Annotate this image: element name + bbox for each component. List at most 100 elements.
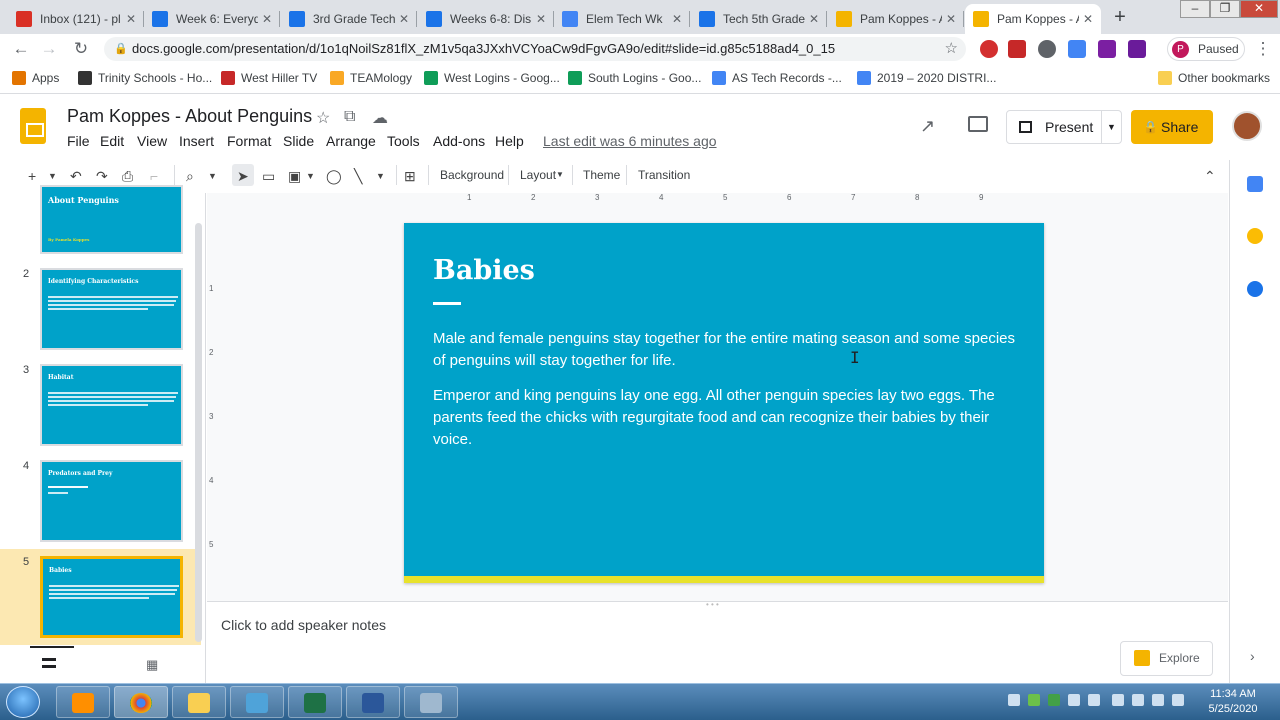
move-folder-icon[interactable]: ⧉ [344, 108, 355, 126]
text-box-icon[interactable]: ▭ [262, 166, 275, 186]
profile-button[interactable]: P Paused [1167, 37, 1245, 61]
bookmark-item[interactable]: 2019 – 2020 DISTRI... [857, 71, 996, 85]
slide-thumbnail[interactable]: About Penguins By Pamela Koppes [40, 185, 183, 254]
other-bookmarks[interactable]: Other bookmarks [1158, 71, 1270, 85]
expand-panel-icon[interactable]: › [1250, 648, 1255, 664]
flag-icon[interactable] [1088, 694, 1100, 706]
close-window-button[interactable]: ✕ [1240, 0, 1278, 18]
browser-tab[interactable]: Inbox (121) - pl ✕ [8, 4, 144, 34]
shape-icon[interactable]: ◯ [326, 166, 342, 186]
battery-icon[interactable] [1152, 694, 1164, 706]
add-comment-icon[interactable]: ⊞ [404, 166, 416, 186]
zoom-dropdown-icon[interactable]: ▼ [208, 166, 217, 186]
document-title[interactable]: Pam Koppes - About Penguins [67, 106, 312, 127]
close-tab-icon[interactable]: ✕ [809, 12, 819, 26]
menu-help[interactable]: Help [495, 133, 524, 149]
close-tab-icon[interactable]: ✕ [126, 12, 136, 26]
background-button[interactable]: Background [440, 168, 504, 182]
current-slide[interactable]: Babies Male and female penguins stay tog… [404, 223, 1044, 583]
new-slide-dropdown-icon[interactable]: ▼ [48, 166, 57, 186]
layout-dropdown-icon[interactable]: ▼ [556, 170, 564, 179]
word-taskbar-button[interactable] [346, 686, 400, 718]
theme-button[interactable]: Theme [583, 168, 620, 182]
photos-taskbar-button[interactable] [230, 686, 284, 718]
filmstrip-scrollbar[interactable] [195, 223, 202, 642]
image-icon[interactable]: ▣ [288, 166, 301, 186]
layout-button[interactable]: Layout [520, 168, 556, 182]
maximize-button[interactable]: ❐ [1210, 0, 1240, 18]
undo-icon[interactable]: ↶ [70, 166, 82, 186]
close-tab-icon[interactable]: ✕ [946, 12, 956, 26]
slides-logo-icon[interactable] [20, 108, 46, 144]
speaker-notes-placeholder[interactable]: Click to add speaker notes [221, 617, 386, 633]
browser-tab[interactable]: Pam Koppes - A ✕ [965, 4, 1101, 34]
close-tab-icon[interactable]: ✕ [1083, 12, 1093, 26]
pdf-extension-icon[interactable] [1128, 40, 1146, 58]
menu-tools[interactable]: Tools [387, 133, 420, 149]
chrome-taskbar-button[interactable] [114, 686, 168, 718]
star-icon[interactable]: ☆ [316, 108, 330, 128]
browser-tab[interactable]: Week 6: Everyd ✕ [144, 4, 280, 34]
close-tab-icon[interactable]: ✕ [399, 12, 409, 26]
grid-view-icon[interactable]: ▦ [146, 657, 158, 673]
filmstrip-view-icon[interactable] [42, 658, 56, 668]
menu-arrange[interactable]: Arrange [326, 133, 376, 149]
volume-icon[interactable] [1172, 694, 1184, 706]
menu-edit[interactable]: Edit [100, 133, 124, 149]
bookmark-item[interactable]: South Logins - Goo... [568, 71, 701, 85]
forward-icon[interactable]: → [38, 38, 60, 60]
comments-icon[interactable] [968, 116, 988, 132]
collapse-toolbar-icon[interactable]: ⌃ [1204, 166, 1216, 186]
line-dropdown-icon[interactable]: ▼ [376, 166, 385, 186]
bookmark-item[interactable]: West Hiller TV [221, 71, 317, 85]
browser-tab[interactable]: Tech 5th Grade ✕ [691, 4, 827, 34]
bookmark-item[interactable]: TEAMology [330, 71, 412, 85]
media-player-taskbar-button[interactable] [56, 686, 110, 718]
slide-thumbnail[interactable]: Predators and Prey [40, 460, 183, 542]
bookmark-item[interactable]: Apps [12, 71, 59, 85]
extension-icon[interactable] [1068, 40, 1086, 58]
menu-file[interactable]: File [67, 133, 90, 149]
back-icon[interactable]: ← [10, 38, 32, 60]
url-bar[interactable]: 🔒 docs.google.com/presentation/d/1o1qNoi… [104, 37, 966, 61]
bookmark-item[interactable]: AS Tech Records -... [712, 71, 842, 85]
bookmark-star-icon[interactable]: ☆ [945, 37, 958, 61]
browser-tab[interactable]: Elem Tech Wk ✕ [554, 4, 690, 34]
slide-paragraph[interactable]: Male and female penguins stay together f… [433, 328, 1023, 372]
browser-tab[interactable]: 3rd Grade Tech ✕ [281, 4, 417, 34]
print-icon[interactable]: ⎙ [122, 166, 133, 186]
bookmark-item[interactable]: West Logins - Goog... [424, 71, 560, 85]
speaker-notes-panel[interactable] [207, 601, 1228, 683]
excel-taskbar-button[interactable] [288, 686, 342, 718]
cloud-saved-icon[interactable]: ☁ [372, 108, 388, 128]
redo-icon[interactable]: ↷ [96, 166, 108, 186]
reload-icon[interactable]: ↻ [70, 38, 92, 60]
dropbox-icon[interactable] [1068, 694, 1080, 706]
adblock-icon[interactable] [980, 40, 998, 58]
select-arrow-icon[interactable]: ➤ [237, 166, 249, 186]
browser-menu-icon[interactable]: ⋮ [1252, 38, 1274, 60]
zoom-icon[interactable]: ⌕ [186, 166, 194, 186]
share-button[interactable]: 🔒 Share [1131, 110, 1213, 144]
calendar-icon[interactable] [1247, 176, 1263, 192]
menu-add-ons[interactable]: Add-ons [433, 133, 485, 149]
image-dropdown-icon[interactable]: ▼ [306, 166, 315, 186]
last-edit-link[interactable]: Last edit was 6 minutes ago [543, 133, 717, 149]
explorer-taskbar-button[interactable] [172, 686, 226, 718]
tray-icon[interactable] [1048, 694, 1060, 706]
tray-icon[interactable] [1028, 694, 1040, 706]
resize-handle-icon[interactable]: • • • [706, 600, 719, 609]
activity-trend-icon[interactable]: ↗ [920, 116, 935, 137]
menu-view[interactable]: View [137, 133, 167, 149]
slide-title[interactable]: Babies [433, 255, 535, 286]
tray-icon[interactable] [1008, 694, 1020, 706]
pinterest-icon[interactable] [1038, 40, 1056, 58]
close-tab-icon[interactable]: ✕ [536, 12, 546, 26]
new-slide-icon[interactable]: + [28, 166, 36, 186]
acrobat-icon[interactable] [1008, 40, 1026, 58]
browser-tab[interactable]: Weeks 6-8: Dis ✕ [418, 4, 554, 34]
slide-thumbnail[interactable]: Habitat [40, 364, 183, 446]
present-dropdown-icon[interactable]: ▼ [1101, 111, 1121, 143]
transition-button[interactable]: Transition [638, 168, 690, 182]
bluetooth-icon[interactable] [1112, 694, 1124, 706]
